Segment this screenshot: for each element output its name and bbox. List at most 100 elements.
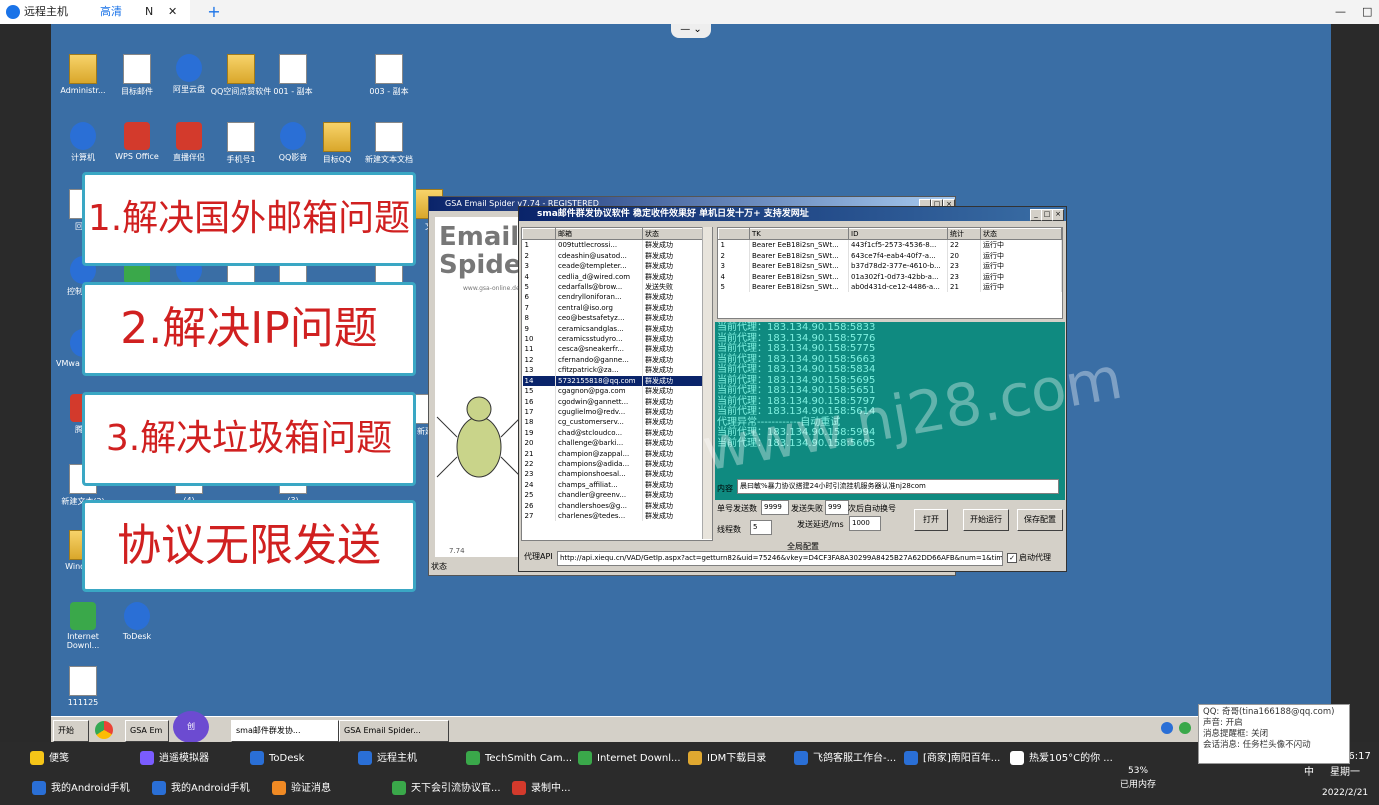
tab-remote-host[interactable]: 远程主机 高清 N ✕ (0, 0, 190, 24)
email-row[interactable]: 11 cesca@sneakerfr... 群发成功 (522, 344, 712, 355)
email-row[interactable]: 2 cdeashin@usatod... 群发成功 (522, 250, 712, 262)
email-row[interactable]: 21 champion@zappal... 群发成功 (522, 448, 712, 459)
close-icon[interactable]: ✕ (168, 0, 177, 24)
per-send-label: 单号发送数 (717, 504, 757, 513)
app-icon (1010, 751, 1024, 765)
email-row[interactable]: 9 ceramicsandglas... 群发成功 (522, 323, 712, 335)
email-row[interactable]: 3 ceade@templeter... 群发成功 (522, 261, 712, 272)
chrome-icon[interactable] (95, 721, 113, 739)
email-row[interactable]: 5 cedarfalls@brow... 发送失败 (522, 282, 712, 293)
email-row[interactable]: 7 central@iso.org 群发成功 (522, 302, 712, 314)
remote-start-button[interactable]: 开始 (53, 720, 89, 742)
tray-security-icon[interactable] (1179, 722, 1191, 734)
email-cell: 2 (522, 250, 556, 262)
remote-task-sma[interactable]: sma邮件群发协... (231, 720, 339, 742)
email-row[interactable]: 16 cgodwin@gannett... 群发成功 (522, 396, 712, 407)
email-table-scrollbar[interactable] (702, 227, 712, 539)
email-table[interactable]: 邮箱 状态 1 009tuttlecrossi... 群发成功 2 cdeashin@u… (521, 227, 713, 541)
host-task-item[interactable]: 我的Android手机 (32, 778, 130, 800)
email-row[interactable]: 20 challenge@barki... 群发成功 (522, 438, 712, 449)
hd-label[interactable]: 高清 (100, 0, 122, 24)
maximize-button[interactable]: □ (1362, 0, 1378, 24)
email-row[interactable]: 22 champions@adida... 群发成功 (522, 458, 712, 470)
email-row[interactable]: 27 charlenes@tedes... 群发成功 (522, 510, 712, 522)
token-row[interactable]: 2 Bearer EeB18i2sn_SWt... 643ce7f4-eab4-40… (718, 250, 1062, 262)
token-cell: 1 (718, 239, 750, 251)
host-task-item[interactable]: 远程主机 (358, 748, 417, 770)
email-cell: 21 (522, 448, 556, 459)
desktop-icon[interactable]: 新建文本文档 (357, 122, 421, 165)
threads-input[interactable]: 5 (750, 520, 772, 535)
email-row[interactable]: 15 cgagnon@pga.com 群发成功 (522, 386, 712, 397)
host-task-item[interactable]: 我的Android手机 (152, 778, 250, 800)
ime-indicator[interactable]: 中 (1304, 762, 1314, 784)
tray-network-icon[interactable] (1161, 722, 1173, 734)
token-cell: 运行中 (980, 282, 1062, 293)
token-row[interactable]: 1 Bearer EeB18i2sn_SWt... 443f1cf5-2573-45… (718, 239, 1062, 251)
remote-toolbar-toggle[interactable]: — ⌄ (671, 24, 711, 38)
email-row[interactable]: 6 cendrylloniforan... 群发成功 (522, 292, 712, 303)
host-task-item[interactable]: 便笺 (30, 748, 69, 770)
qq-tooltip-line: 声音: 开启 (1203, 718, 1243, 728)
email-row[interactable]: 18 cg_customerserv... 群发成功 (522, 417, 712, 428)
enable-proxy-checkbox[interactable]: ✓ (1007, 553, 1017, 563)
host-task-item[interactable]: [商家]南阳百年... (904, 748, 1000, 770)
email-cell: 12 (522, 354, 556, 366)
host-task-item[interactable]: ToDesk (250, 748, 304, 770)
app-icon (32, 781, 46, 795)
content-input[interactable]: 晨曰敏%暴力协议搭建24小时引流挂机服务器认准nj28com (737, 479, 1059, 494)
email-cell: chandlershoes@g... (555, 500, 643, 511)
email-row[interactable]: 23 championshoesal... 群发成功 (522, 469, 712, 480)
email-row[interactable]: 24 champs_affiliat... 群发成功 (522, 479, 712, 491)
email-row[interactable]: 25 chandler@greenv... 群发成功 (522, 490, 712, 501)
app-icon (140, 751, 154, 765)
email-row[interactable]: 4 cedlia_d@wired.com 群发成功 (522, 271, 712, 283)
host-task-item[interactable]: 验证消息 (272, 778, 331, 800)
host-task-item[interactable]: Internet Downl... (578, 748, 681, 770)
host-task-item[interactable]: 天下会引流协议官... (392, 778, 501, 800)
desktop-icon[interactable]: ToDesk (105, 602, 169, 641)
token-row[interactable]: 3 Bearer EeB18i2sn_SWt... b37d78d2-377e-46… (718, 261, 1062, 272)
token-row[interactable]: 5 Bearer EeB18i2sn_SWt... ab0d431d-ce12-44… (718, 282, 1062, 293)
email-row[interactable]: 8 ceo@bestsafetyz... 群发成功 (522, 313, 712, 324)
email-row[interactable]: 12 cfernando@ganne... 群发成功 (522, 354, 712, 366)
host-task-item[interactable]: 飞鸽客服工作台-... (794, 748, 896, 770)
token-table[interactable]: TK ID 统计 状态 1 Bearer EeB18i2sn_SWt... 443f… (717, 227, 1063, 319)
start-button[interactable]: 开始运行 (963, 509, 1009, 531)
host-task-label: 飞鸽客服工作台-... (813, 753, 897, 764)
delay-input[interactable]: 1000 (849, 516, 881, 531)
email-row[interactable]: 10 ceramicsstudyro... 群发成功 (522, 334, 712, 345)
email-cell: 11 (522, 344, 556, 355)
per-send-input[interactable]: 9999 (761, 500, 789, 515)
email-cell: 1 (522, 239, 556, 251)
minimize-button[interactable]: — (1335, 0, 1355, 24)
gsa-splash-sub: www.gsa-online.de (463, 285, 520, 292)
app-icon (688, 751, 702, 765)
open-button[interactable]: 打开 (914, 509, 948, 531)
email-row[interactable]: 1 009tuttlecrossi... 群发成功 (522, 239, 712, 251)
email-row[interactable]: 14 5732155818@qq.com 群发成功 (522, 375, 712, 387)
desktop-icon[interactable]: 111125 (51, 666, 115, 707)
host-task-item[interactable]: 录制中... (512, 778, 571, 800)
email-row[interactable]: 19 chad@stcloudco... 群发成功 (522, 427, 712, 439)
memory-label: 已用内存 (1120, 780, 1157, 790)
remote-task-gsa-short[interactable]: GSA Em (125, 720, 169, 742)
host-task-item[interactable]: IDM下载目录 (688, 748, 766, 770)
email-row[interactable]: 26 chandlershoes@g... 群发成功 (522, 500, 712, 511)
remote-task-gsa[interactable]: GSA Email Spider... (339, 720, 449, 742)
desktop-icon[interactable]: 003 - 副本 (357, 54, 421, 97)
desktop-icon[interactable]: 001 - 副本 (261, 54, 325, 97)
email-cell: 9 (522, 323, 556, 335)
save-config-button[interactable]: 保存配置 (1017, 509, 1063, 531)
proxy-api-input[interactable]: http://api.xiequ.cn/VAD/GetIp.aspx?act=g… (557, 551, 1003, 566)
fail-input[interactable]: 999 (825, 500, 849, 515)
host-task-item[interactable]: 热爱105°C的你 ... (1010, 748, 1113, 770)
host-task-item[interactable]: TechSmith Cam... (466, 748, 572, 770)
host-task-label: 录制中... (531, 783, 571, 794)
email-row[interactable]: 13 cfitzpatrick@za... 群发成功 (522, 365, 712, 376)
new-tab-button[interactable]: + (204, 0, 224, 24)
token-row[interactable]: 4 Bearer EeB18i2sn_SWt... 01a302f1-0d73-42… (718, 271, 1062, 283)
host-task-item[interactable]: 逍遥模拟器 (140, 748, 209, 770)
email-row[interactable]: 17 cguglielmo@redv... 群发成功 (522, 406, 712, 418)
sma-close-button[interactable]: × (1052, 209, 1064, 221)
